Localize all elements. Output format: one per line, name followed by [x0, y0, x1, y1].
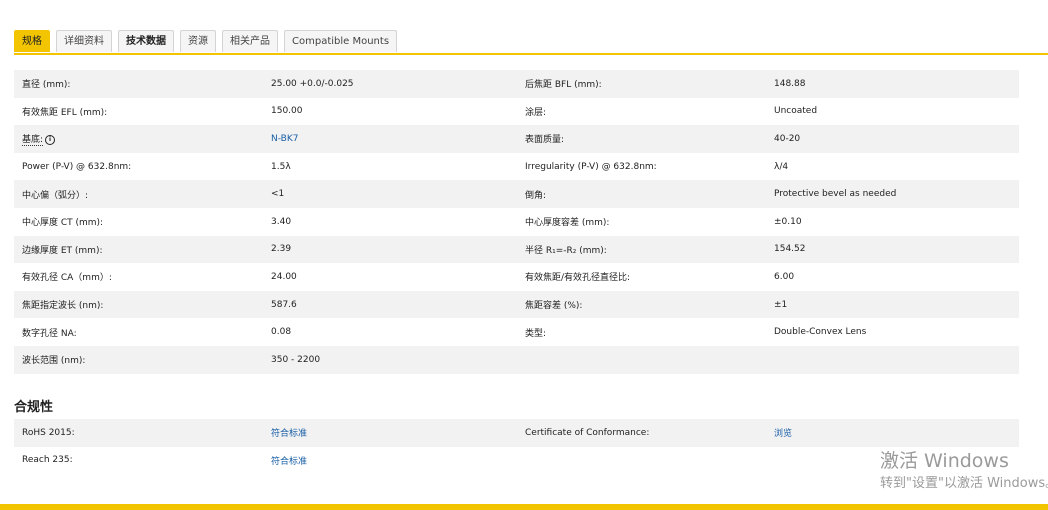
- spec-label: 数字孔径 NA:: [22, 328, 77, 339]
- spec-label: 倒角:: [517, 180, 766, 208]
- tab-resources[interactable]: 资源: [180, 30, 216, 52]
- spec-value: ±1: [766, 290, 1019, 319]
- spec-value: 0.08: [271, 327, 292, 338]
- spec-label: 有效焦距/有效孔径直径比:: [525, 273, 631, 284]
- spec-value: ±0.10: [774, 216, 802, 227]
- compliance-value: 符合标准: [263, 447, 517, 475]
- table-row: RoHS 2015: 符合标准 Certificate of Conforman…: [14, 419, 1019, 447]
- certificate-view-link[interactable]: 浏览: [774, 429, 792, 439]
- table-row: 边缘厚度 ET (mm): 2.39 半径 R₁=-R₂ (mm): 154.5…: [14, 235, 1019, 264]
- table-row: 数字孔径 NA: 0.08 类型: Double-Convex Lens: [14, 318, 1019, 346]
- spec-value: 6.00: [774, 271, 795, 282]
- table-row: 中心偏（弧分）: <1 倒角: Protective bevel as need…: [14, 180, 1019, 208]
- spec-value: Uncoated: [774, 106, 818, 117]
- spec-value: 1.5λ: [271, 161, 291, 172]
- spec-label: Power (P-V) @ 632.8nm:: [22, 161, 132, 172]
- spec-label: 焦距指定波长 (nm):: [14, 290, 263, 319]
- spec-value: 148.88: [766, 70, 1019, 98]
- spec-label: 直径 (mm):: [14, 70, 263, 98]
- tab-bar: 规格 详细资料 技术数据 资源 相关产品 Compatible Mounts: [14, 30, 398, 54]
- table-row: Power (P-V) @ 632.8nm: 1.5λ Irregularity…: [14, 153, 1019, 181]
- spec-label: 表面质量:: [517, 125, 766, 153]
- table-row: 波长范围 (nm): 350 - 2200: [14, 345, 1019, 374]
- spec-value: 40-20: [766, 125, 1019, 153]
- spec-value: Double-Convex Lens: [774, 327, 867, 338]
- tab-technical-data[interactable]: 技术数据: [118, 30, 174, 52]
- spec-label: 有效焦距 EFL (mm):: [22, 107, 108, 118]
- spec-value: 587.6: [263, 290, 517, 319]
- spec-label: 类型:: [525, 328, 547, 339]
- spec-value: λ/4: [774, 161, 789, 172]
- compliance-value: 浏览: [766, 419, 1019, 447]
- spec-label: Irregularity (P-V) @ 632.8nm:: [525, 161, 657, 172]
- table-row: 基底: i N-BK7 表面质量: 40-20: [14, 125, 1019, 153]
- compliance-title: 合规性: [14, 400, 54, 415]
- compliance-value: 符合标准: [263, 419, 517, 447]
- spec-value: 350 - 2200: [263, 345, 517, 374]
- compliance-table: RoHS 2015: 符合标准 Certificate of Conforman…: [14, 419, 1019, 474]
- spec-label: 中心厚度 CT (mm):: [22, 218, 104, 229]
- spec-value: 2.39: [263, 235, 517, 264]
- compliance-label: [517, 447, 766, 475]
- spec-value: 25.00 +0.0/-0.025: [263, 70, 517, 98]
- spec-label: 后焦距 BFL (mm):: [517, 70, 766, 98]
- spec-label: 半径 R₁=-R₂ (mm):: [517, 235, 766, 264]
- table-row: 直径 (mm): 25.00 +0.0/-0.025 后焦距 BFL (mm):…: [14, 70, 1019, 98]
- compliance-label: Certificate of Conformance:: [517, 419, 766, 447]
- reach-link[interactable]: 符合标准: [271, 457, 307, 467]
- spec-value: 150.00: [271, 106, 303, 117]
- activation-watermark-title: 激活 Windows: [880, 450, 1009, 472]
- tab-underline: [14, 53, 1048, 55]
- info-icon[interactable]: i: [45, 134, 56, 145]
- spec-label: 焦距容差 (%):: [517, 290, 766, 319]
- spec-value: 24.00: [271, 271, 297, 282]
- spec-value: N-BK7: [263, 125, 517, 153]
- tab-compatible-mounts[interactable]: Compatible Mounts: [284, 30, 398, 52]
- spec-label: 边缘厚度 ET (mm):: [14, 235, 263, 264]
- spec-value: 3.40: [271, 216, 292, 227]
- rohs-link[interactable]: 符合标准: [271, 429, 307, 439]
- specs-table: 直径 (mm): 25.00 +0.0/-0.025 后焦距 BFL (mm):…: [14, 70, 1019, 374]
- table-row: 有效孔径 CA（mm）: 24.00 有效焦距/有效孔径直径比: 6.00: [14, 263, 1019, 291]
- spec-label: 涂层:: [525, 107, 547, 118]
- tab-details[interactable]: 详细资料: [56, 30, 112, 52]
- spec-value: [766, 345, 1019, 374]
- spec-value: Protective bevel as needed: [766, 180, 1019, 208]
- compliance-label: RoHS 2015:: [14, 419, 263, 447]
- bottom-accent-bar: [0, 504, 1048, 510]
- substrate-label[interactable]: 基底:: [22, 135, 44, 147]
- spec-value: <1: [263, 180, 517, 208]
- tab-specs[interactable]: 规格: [14, 30, 50, 52]
- table-row: Reach 235: 符合标准: [14, 447, 1019, 475]
- spec-label: 有效孔径 CA（mm）:: [22, 273, 112, 284]
- spec-label: 波长范围 (nm):: [14, 345, 263, 374]
- activation-watermark-subtitle: 转到"设置"以激活 Windows。: [880, 476, 1048, 491]
- table-row: 中心厚度 CT (mm): 3.40 中心厚度容差 (mm): ±0.10: [14, 208, 1019, 236]
- spec-label: 中心厚度容差 (mm):: [525, 218, 610, 229]
- compliance-label: Reach 235:: [22, 455, 73, 466]
- table-row: 有效焦距 EFL (mm): 150.00 涂层: Uncoated: [14, 98, 1019, 126]
- table-row: 焦距指定波长 (nm): 587.6 焦距容差 (%): ±1: [14, 290, 1019, 319]
- spec-label-substrate[interactable]: 基底: i: [14, 125, 263, 153]
- spec-label: [517, 345, 766, 374]
- spec-value: 154.52: [766, 235, 1019, 264]
- substrate-link[interactable]: N-BK7: [271, 134, 298, 144]
- tab-related-products[interactable]: 相关产品: [222, 30, 278, 52]
- spec-label: 中心偏（弧分）:: [14, 180, 263, 208]
